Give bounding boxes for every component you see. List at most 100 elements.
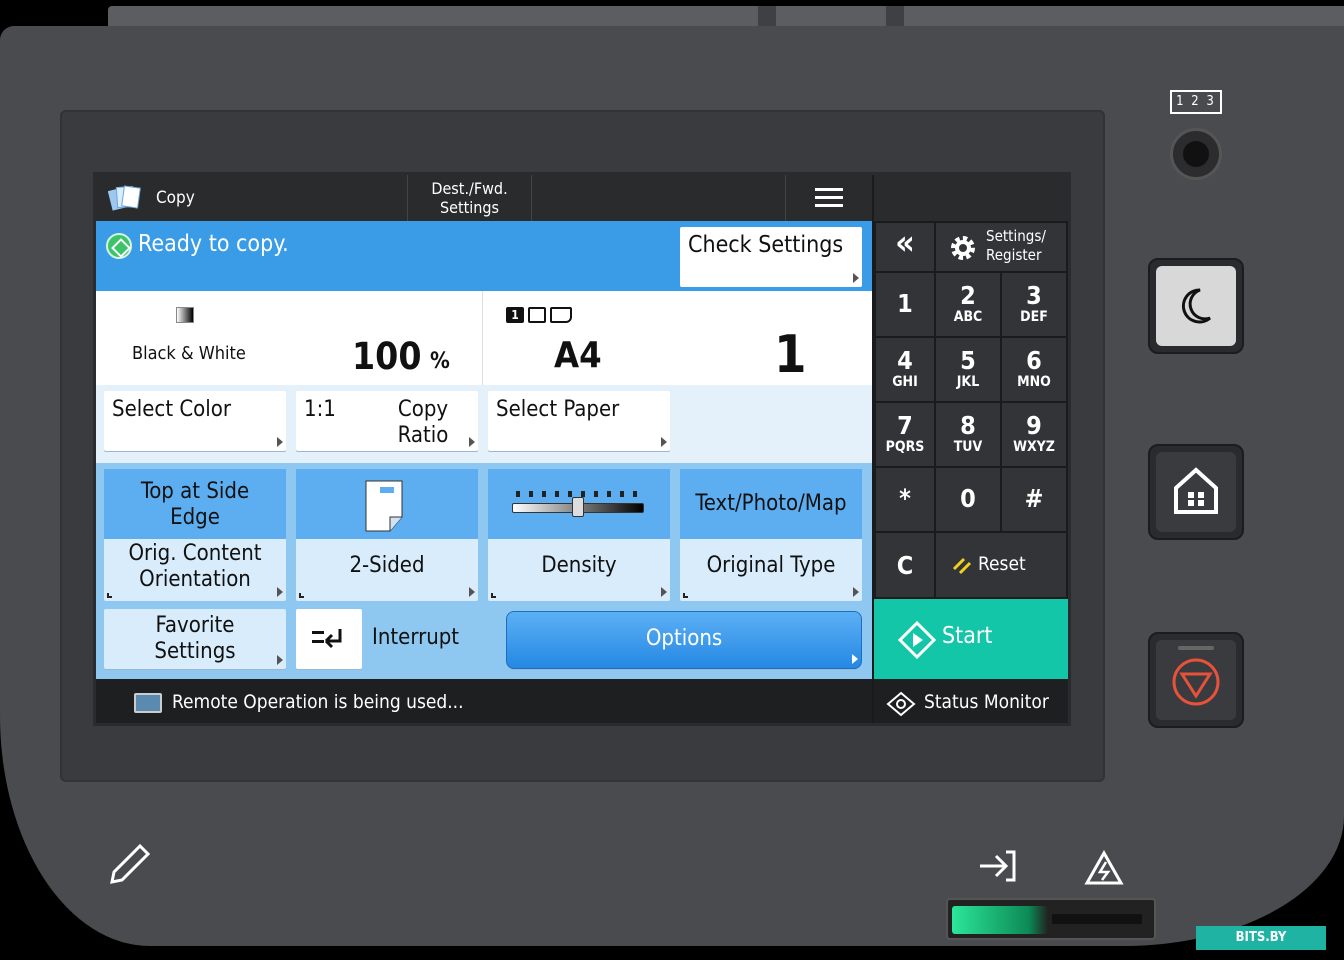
start-icon	[898, 621, 936, 659]
key-8[interactable]: 8 TUV	[936, 403, 1000, 466]
key-digit: *	[899, 484, 911, 513]
density-button[interactable]: Density	[488, 469, 670, 601]
slot-bar	[1052, 914, 1142, 924]
key-3[interactable]: 3 DEF	[1002, 273, 1066, 336]
start-label: Start	[942, 623, 993, 649]
status-monitor-icon	[886, 691, 916, 717]
key-letters: MNO	[1017, 374, 1051, 390]
chevron-right-icon	[853, 273, 859, 283]
reset-button[interactable]: Reset	[936, 533, 1066, 597]
copy-ratio-button[interactable]: 1:1 Copy Ratio	[296, 391, 478, 451]
key-2[interactable]: 2 ABC	[936, 273, 1000, 336]
paper-size-value: A4	[554, 335, 602, 376]
favorite-settings-button[interactable]: Favorite Settings	[104, 609, 286, 669]
select-paper-button[interactable]: Select Paper	[488, 391, 670, 451]
key-digit: 8	[960, 411, 976, 440]
orig-content-orientation-button[interactable]: Top at Side Edge Orig. Content Orientati…	[104, 469, 286, 601]
orientation-value: Top at Side Edge	[140, 479, 250, 530]
density-label: Density	[541, 553, 617, 578]
chevron-right-icon	[661, 437, 667, 447]
menu-button[interactable]	[786, 175, 872, 221]
favorite-settings-label: Favorite Settings	[154, 613, 236, 664]
processing-data-icon	[980, 850, 1016, 882]
key-5[interactable]: 5 JKL	[936, 338, 1000, 401]
counter-check-label: 1 2 3	[1170, 90, 1222, 114]
energy-saver-button[interactable]	[1148, 258, 1244, 354]
key-letters: DEF	[1020, 309, 1048, 325]
chevron-right-icon	[853, 587, 859, 597]
copy-app-icon	[108, 185, 141, 211]
corner-icon	[107, 593, 112, 598]
tray-lines-icon	[528, 307, 546, 323]
ready-icon	[106, 233, 132, 259]
key-6[interactable]: 6 MNO	[1002, 338, 1066, 401]
chevron-right-icon	[277, 655, 283, 665]
card-slot	[946, 898, 1156, 940]
gear-icon	[951, 236, 975, 260]
setting-row: Select Color 1:1 Copy Ratio Select Paper	[96, 385, 872, 463]
two-sided-button[interactable]: 2-Sided	[296, 469, 478, 601]
key-digit: 9	[1026, 411, 1042, 440]
ratio-value: 100	[352, 335, 422, 378]
settings-register-label: Settings/ Register	[986, 227, 1046, 264]
header-right	[874, 175, 1068, 221]
stop-icon	[1172, 658, 1220, 706]
function-area: Top at Side Edge Orig. Content Orientati…	[96, 463, 872, 679]
two-sided-label: 2-Sided	[349, 553, 425, 578]
key-letters: WXYZ	[1013, 439, 1055, 455]
stop-button-face	[1156, 640, 1236, 720]
key-digit: 7	[897, 411, 913, 440]
home-button[interactable]	[1148, 444, 1244, 540]
key-letters: PQRS	[885, 439, 925, 455]
dest-fwd-settings-label: Dest./Fwd. Settings	[431, 179, 508, 217]
key-hash[interactable]: #	[1002, 468, 1066, 531]
corner-icon	[299, 593, 304, 598]
select-paper-label: Select Paper	[496, 397, 620, 422]
key-letters: TUV	[953, 439, 983, 455]
bw-gradient-icon	[176, 307, 194, 323]
copy-tab[interactable]: Copy	[96, 175, 408, 221]
key-star[interactable]: *	[876, 468, 934, 531]
key-digit: 4	[897, 346, 913, 375]
original-type-button[interactable]: Text/Photo/Map Original Type	[680, 469, 862, 601]
menu-icon	[815, 188, 843, 207]
chevron-right-icon	[661, 587, 667, 597]
status-bar: Ready to copy. Check Settings	[96, 221, 872, 291]
options-button[interactable]: Options	[506, 611, 862, 669]
interrupt-button[interactable]	[296, 609, 362, 669]
key-digit: 6	[1026, 346, 1042, 375]
numeric-keypad: « Settings/ Register 1 2 ABC 3 DEF 4 GHI 5 JKL 6 M…	[874, 221, 1068, 679]
copies-count[interactable]: 1	[774, 325, 807, 385]
status-message: Ready to copy.	[138, 231, 289, 257]
check-settings-button[interactable]: Check Settings	[680, 227, 862, 287]
counter-check-button[interactable]	[1170, 128, 1222, 180]
back-button[interactable]: «	[876, 223, 934, 271]
header-spacer	[532, 175, 786, 221]
dest-fwd-settings-button[interactable]: Dest./Fwd. Settings	[408, 175, 532, 221]
key-0[interactable]: 0	[936, 468, 1000, 531]
reset-icon	[952, 557, 972, 575]
stop-button[interactable]	[1148, 632, 1244, 728]
chevron-right-icon	[852, 654, 858, 664]
key-1[interactable]: 1	[876, 273, 934, 336]
select-color-button[interactable]: Select Color	[104, 391, 286, 451]
stop-led	[1178, 646, 1214, 650]
density-thumb	[572, 497, 584, 517]
status-monitor-label: Status Monitor	[924, 691, 1049, 713]
clear-key[interactable]: C	[876, 533, 934, 597]
key-7[interactable]: 7 PQRS	[876, 403, 934, 466]
home-button-face	[1156, 452, 1236, 532]
key-digit: #	[1024, 484, 1044, 513]
key-4[interactable]: 4 GHI	[876, 338, 934, 401]
settings-register-button[interactable]: Settings/ Register	[936, 223, 1066, 271]
touch-screen: Copy Dest./Fwd. Settings Ready to copy. …	[93, 172, 1071, 726]
select-color-label: Select Color	[112, 397, 232, 422]
chevron-right-icon	[277, 437, 283, 447]
key-9[interactable]: 9 WXYZ	[1002, 403, 1066, 466]
two-sided-icon-area	[296, 469, 478, 539]
paper-source-icons: 1	[506, 307, 572, 323]
chevron-right-icon	[469, 587, 475, 597]
start-button[interactable]: Start	[874, 599, 1068, 679]
ratio-unit: %	[430, 349, 450, 374]
status-monitor-button[interactable]: Status Monitor	[874, 679, 1068, 723]
